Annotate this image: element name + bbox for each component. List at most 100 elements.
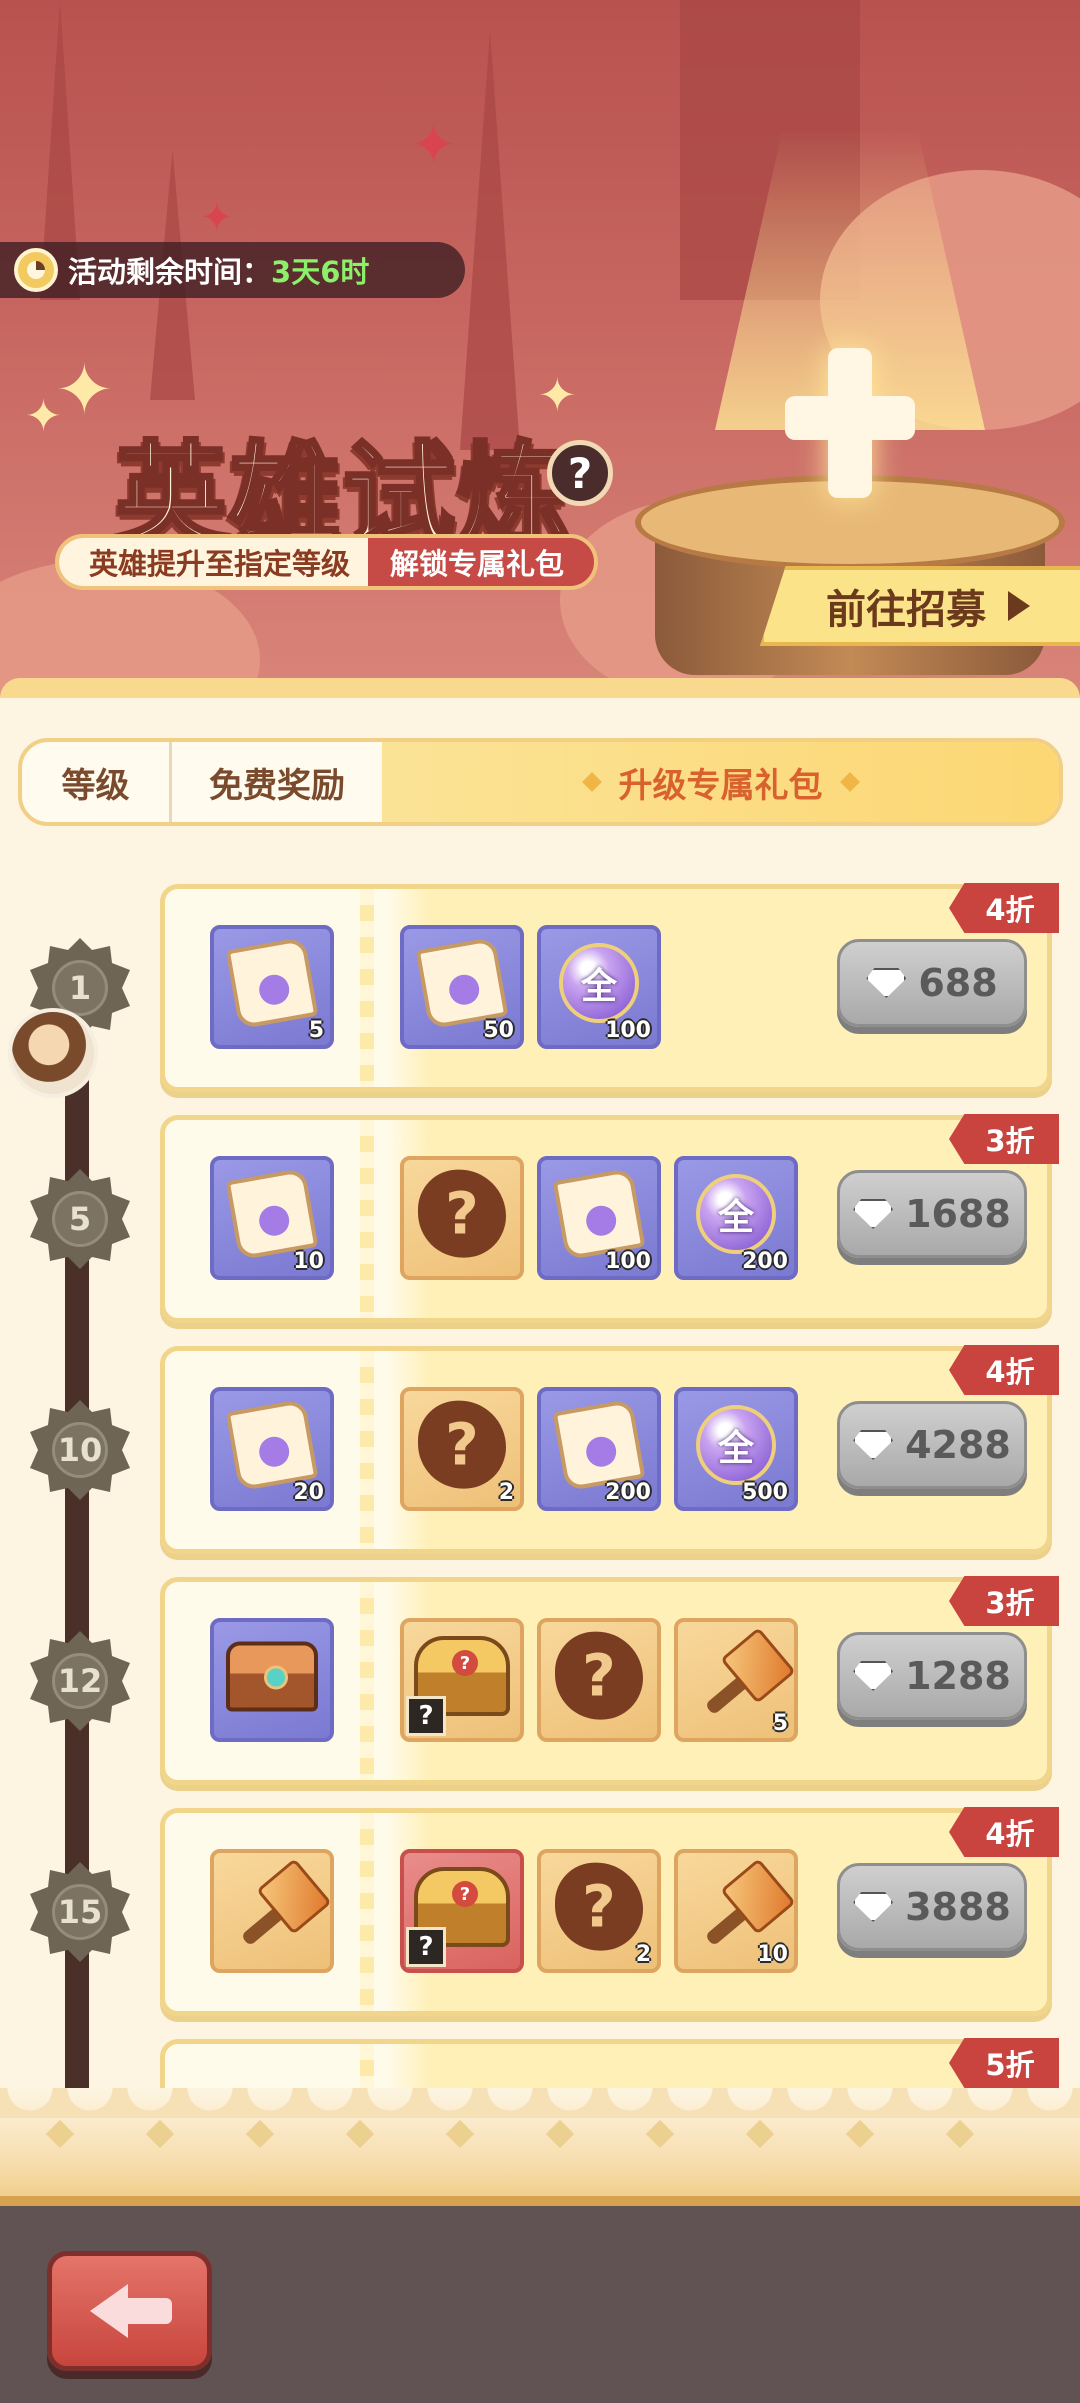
pack-item[interactable]: ? bbox=[400, 1156, 524, 1280]
hammer-icon bbox=[691, 1631, 781, 1721]
discount-tag: 3折 bbox=[949, 1576, 1059, 1626]
mystery-icon: ? bbox=[418, 1169, 506, 1258]
diamond-decoration bbox=[445, 2119, 475, 2149]
pack-item[interactable]: ? bbox=[400, 1618, 524, 1742]
price-label: 1288 bbox=[905, 1654, 1011, 1698]
integral-scroll-icon bbox=[415, 936, 509, 1030]
universal-orb-icon: 全 bbox=[696, 1174, 776, 1254]
buy-button[interactable]: 3888 bbox=[837, 1863, 1027, 1951]
price-label: 688 bbox=[918, 961, 998, 1005]
integral-scroll-icon bbox=[552, 1398, 646, 1492]
row-divider bbox=[360, 889, 374, 1087]
pack-item[interactable]: 50 bbox=[400, 925, 524, 1049]
column-tabs: 等级 免费奖励 升级专属礼包 bbox=[18, 738, 1063, 826]
castle-spire bbox=[460, 30, 520, 450]
timer-value: 3天6时 bbox=[271, 255, 370, 289]
level-number: 12 bbox=[52, 1653, 108, 1709]
pack-row: 4折 20 ? 2 200 全 500 4288 bbox=[160, 1345, 1059, 1554]
panel-bottom-decoration bbox=[0, 2088, 1080, 2208]
diamond-decoration bbox=[545, 2119, 575, 2149]
go-recruit-button[interactable]: 前往招募 bbox=[760, 566, 1080, 646]
free-reward-item[interactable]: 5 bbox=[210, 925, 334, 1049]
item-qty: 500 bbox=[742, 1480, 788, 1505]
event-subtitle: 英雄提升至指定等级 解锁专属礼包 bbox=[55, 534, 599, 590]
free-reward-item[interactable] bbox=[210, 1849, 334, 1973]
hammer-icon bbox=[227, 1862, 317, 1952]
pack-item[interactable]: 200 bbox=[537, 1387, 661, 1511]
footer-bar bbox=[0, 2196, 1080, 2403]
item-qty: 100 bbox=[605, 1249, 651, 1274]
pack-item[interactable]: 10 bbox=[674, 1849, 798, 1973]
item-qty: 10 bbox=[293, 1249, 324, 1274]
pack-row: 4折 ? ? 2 10 3888 bbox=[160, 1807, 1059, 2016]
packs-panel: 等级 免费奖励 升级专属礼包 1 5 10 12 15 4折 5 50 全 10… bbox=[0, 678, 1080, 2208]
pack-item[interactable]: 全 500 bbox=[674, 1387, 798, 1511]
diamond-decoration bbox=[845, 2119, 875, 2149]
diamond-icon bbox=[853, 1199, 894, 1229]
pack-row: 3折 ? ? 5 1288 bbox=[160, 1576, 1059, 1785]
free-reward-item[interactable]: 20 bbox=[210, 1387, 334, 1511]
clock-icon bbox=[14, 248, 58, 292]
item-qty: 200 bbox=[742, 1249, 788, 1274]
buy-button[interactable]: 688 bbox=[837, 939, 1027, 1027]
level-number: 10 bbox=[52, 1422, 108, 1478]
discount-tag: 5折 bbox=[949, 2038, 1059, 2088]
diamond-decoration bbox=[45, 2119, 75, 2149]
diamond-icon bbox=[866, 968, 907, 998]
hero-avatar bbox=[8, 1008, 98, 1098]
subtitle-condition: 英雄提升至指定等级 bbox=[59, 538, 369, 586]
event-timer: 活动剩余时间： 3天6时 bbox=[0, 242, 465, 298]
discount-tag: 3折 bbox=[949, 1114, 1059, 1164]
hammer-icon bbox=[691, 1862, 781, 1952]
pack-row: 4折 5 50 全 100 688 bbox=[160, 883, 1059, 1092]
sparkle-icon: ✦ bbox=[410, 113, 457, 178]
mystery-tag-icon: ? bbox=[406, 1696, 446, 1736]
item-qty: 10 bbox=[757, 1942, 788, 1967]
pack-item[interactable]: ? bbox=[537, 1618, 661, 1742]
discount-tag: 4折 bbox=[949, 1807, 1059, 1857]
buy-button[interactable]: 1688 bbox=[837, 1170, 1027, 1258]
free-reward-item[interactable] bbox=[210, 1618, 334, 1742]
item-qty: 5 bbox=[772, 1711, 788, 1736]
pack-item[interactable]: 全 200 bbox=[674, 1156, 798, 1280]
help-button[interactable]: ? bbox=[547, 440, 613, 506]
level-badge: 5 bbox=[30, 1169, 130, 1269]
back-arrow-icon bbox=[90, 2284, 172, 2339]
pack-item[interactable]: ? 2 bbox=[537, 1849, 661, 1973]
item-qty: 2 bbox=[635, 1942, 651, 1967]
row-divider bbox=[360, 1813, 374, 2011]
subtitle-reward: 解锁专属礼包 bbox=[368, 538, 595, 586]
buy-button[interactable]: 4288 bbox=[837, 1401, 1027, 1489]
item-qty: 20 bbox=[293, 1480, 324, 1505]
wave-border bbox=[0, 2088, 1080, 2118]
treasure-chest-icon bbox=[226, 1641, 318, 1712]
diamond-decoration bbox=[745, 2119, 775, 2149]
mystery-icon: ? bbox=[555, 1862, 643, 1951]
free-reward-item[interactable]: 10 bbox=[210, 1156, 334, 1280]
pack-item[interactable]: 5 bbox=[674, 1618, 798, 1742]
back-button[interactable] bbox=[47, 2251, 212, 2371]
buy-button[interactable]: 1288 bbox=[837, 1632, 1027, 1720]
price-label: 1688 bbox=[905, 1192, 1011, 1236]
level-number: 1 bbox=[52, 960, 108, 1016]
discount-tag: 4折 bbox=[949, 883, 1059, 933]
pack-item[interactable]: ? bbox=[400, 1849, 524, 1973]
item-qty: 100 bbox=[605, 1018, 651, 1043]
item-qty: 50 bbox=[483, 1018, 514, 1043]
diamond-icon bbox=[853, 1661, 894, 1691]
sparkle-icon: ✦ bbox=[55, 349, 114, 431]
pack-item[interactable]: 100 bbox=[537, 1156, 661, 1280]
diamond-icon bbox=[853, 1892, 894, 1922]
discount-tag: 4折 bbox=[949, 1345, 1059, 1395]
item-qty: 5 bbox=[308, 1018, 324, 1043]
pack-item[interactable]: 全 100 bbox=[537, 925, 661, 1049]
diamond-decoration bbox=[839, 772, 860, 792]
tab-exclusive-pack[interactable]: 升级专属礼包 bbox=[382, 742, 1059, 822]
tab-level[interactable]: 等级 bbox=[22, 742, 172, 822]
mystery-tag-icon: ? bbox=[406, 1927, 446, 1967]
integral-scroll-icon bbox=[552, 1167, 646, 1261]
diamond-decoration bbox=[245, 2119, 275, 2149]
pack-item[interactable]: ? 2 bbox=[400, 1387, 524, 1511]
tab-free-rewards[interactable]: 免费奖励 bbox=[172, 742, 382, 822]
pack-row: 3折 10 ? 100 全 200 1688 bbox=[160, 1114, 1059, 1323]
